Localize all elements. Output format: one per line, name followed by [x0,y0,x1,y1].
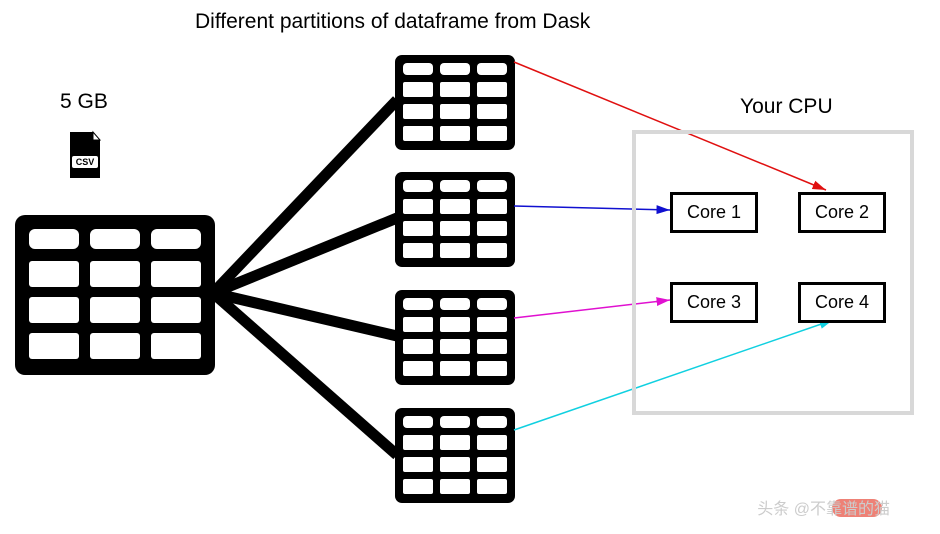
core-4: Core 4 [798,282,886,323]
core-2: Core 2 [798,192,886,233]
csv-file-icon: CSV [65,130,105,180]
watermark-text: 头条 @不靠谱的猫 [757,495,890,519]
cpu-box [632,130,914,415]
partition-icon-3 [395,290,515,385]
partition-icon-2 [395,172,515,267]
partition-icon-1 [395,55,515,150]
core-1: Core 1 [670,192,758,233]
cpu-label: Your CPU [740,95,833,119]
svg-text:CSV: CSV [76,157,95,167]
file-size-label: 5 GB [60,90,108,114]
partition-icon-4 [395,408,515,503]
diagram-title: Different partitions of dataframe from D… [195,10,590,34]
source-dataframe-icon [15,215,215,375]
core-3: Core 3 [670,282,758,323]
